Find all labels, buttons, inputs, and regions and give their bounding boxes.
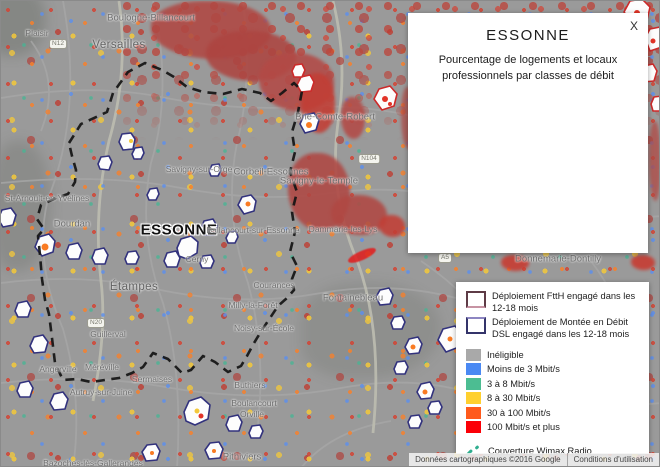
class-label: 30 à 100 Mbit/s [487,407,551,418]
town-label: Étampes [109,281,159,293]
class-swatch [466,348,481,361]
road-shield: N20 [87,318,105,328]
legend-class-row: 3 à 8 Mbit/s [466,376,645,391]
town-label: Dammarie-les-Lys [308,224,378,234]
town-label: Pithiviers [222,451,262,463]
legend-zone-dsl: Déploiement de Montée en Débit DSL engag… [466,317,645,340]
legend-class-row: 8 à 30 Mbit/s [466,391,645,406]
town-label: Bazoches-lès-Gallerandes [43,458,143,467]
town-label: Plaisir [25,28,49,38]
town-label: Versailles [92,39,146,51]
town-label: Cerny [185,254,209,264]
town-label: Ballancourt-sur-Essonne [206,225,300,235]
town-label: Boulogne-Billancourt [107,12,195,24]
ftth-zone-swatch [466,291,486,308]
class-label: 8 à 30 Mbit/s [487,393,541,404]
town-label: Méréville [84,362,120,372]
class-swatch [466,363,481,376]
town-label: Milly-la-Forêt [228,300,278,310]
legend-class-row: Inéligible [466,347,645,362]
class-swatch [466,377,481,390]
legend-class-row: Moins de 3 Mbit/s [466,362,645,377]
town-label: Orville [239,409,265,419]
road-shield: N104 [358,154,380,164]
town-label: Donnemarie-Dontilly [514,253,602,265]
info-panel: X ESSONNE Pourcentage de logements et lo… [408,13,648,253]
legend-zone-label: Déploiement FttH engagé dans les 12-18 m… [492,291,636,313]
town-label: Savigny-sur-Orge [165,164,233,174]
town-label: Guillerval [90,329,126,339]
class-label: 100 Mbit/s et plus [487,422,560,433]
road-shield: A5 [438,253,452,263]
town-label: Angerville [39,364,77,374]
class-label: Moins de 3 Mbit/s [487,364,560,375]
town-label: Brie-Comte-Robert [295,111,375,123]
town-label: Dourdan [53,218,91,230]
close-icon[interactable]: X [630,19,638,33]
town-label: Savigny-le-Temple [279,175,359,187]
map-application: ESSONNE Plaisir Boulogne-Billancourt Ver… [0,0,660,467]
info-panel-title: ESSONNE [486,27,570,44]
road-shield: N12 [49,39,67,49]
legend-class-row: 100 Mbit/s et plus [466,420,645,435]
class-swatch [466,406,481,419]
map-attribution: Données cartographiques ©2016 Google Con… [409,453,659,466]
legend-speed-classes: Inéligible Moins de 3 Mbit/s 3 à 8 Mbit/… [466,347,645,434]
town-label: Sermaises [131,374,173,384]
legend-zone-label: Déploiement de Montée en Débit DSL engag… [492,317,630,339]
info-panel-subtitle: Pourcentage de logements et locaux profe… [438,54,618,82]
town-label: Fontainebleau [322,292,384,304]
dsl-zone-swatch [466,317,486,335]
town-label: Courances [253,280,295,290]
town-label: Boulancourt [231,398,277,408]
town-label: Noisy-sur-École [234,323,294,333]
class-swatch [466,421,481,434]
terms-of-use-link[interactable]: Conditions d'utilisation [566,453,659,466]
town-label: Buthiers [234,380,266,390]
google-copyright: Données cartographiques ©2016 Google [409,453,567,466]
class-label: 3 à 8 Mbit/s [487,378,536,389]
town-label: St-Arnoult-en-Yvelines [4,193,90,203]
legend-class-row: 30 à 100 Mbit/s [466,405,645,420]
class-label: Inéligible [487,349,524,360]
town-label: Autruy-sur-Juine [69,387,133,397]
legend-zone-ftth: Déploiement FttH engagé dans les 12-18 m… [466,291,645,314]
class-swatch [466,392,481,405]
legend-panel: Déploiement FttH engagé dans les 12-18 m… [456,282,649,457]
